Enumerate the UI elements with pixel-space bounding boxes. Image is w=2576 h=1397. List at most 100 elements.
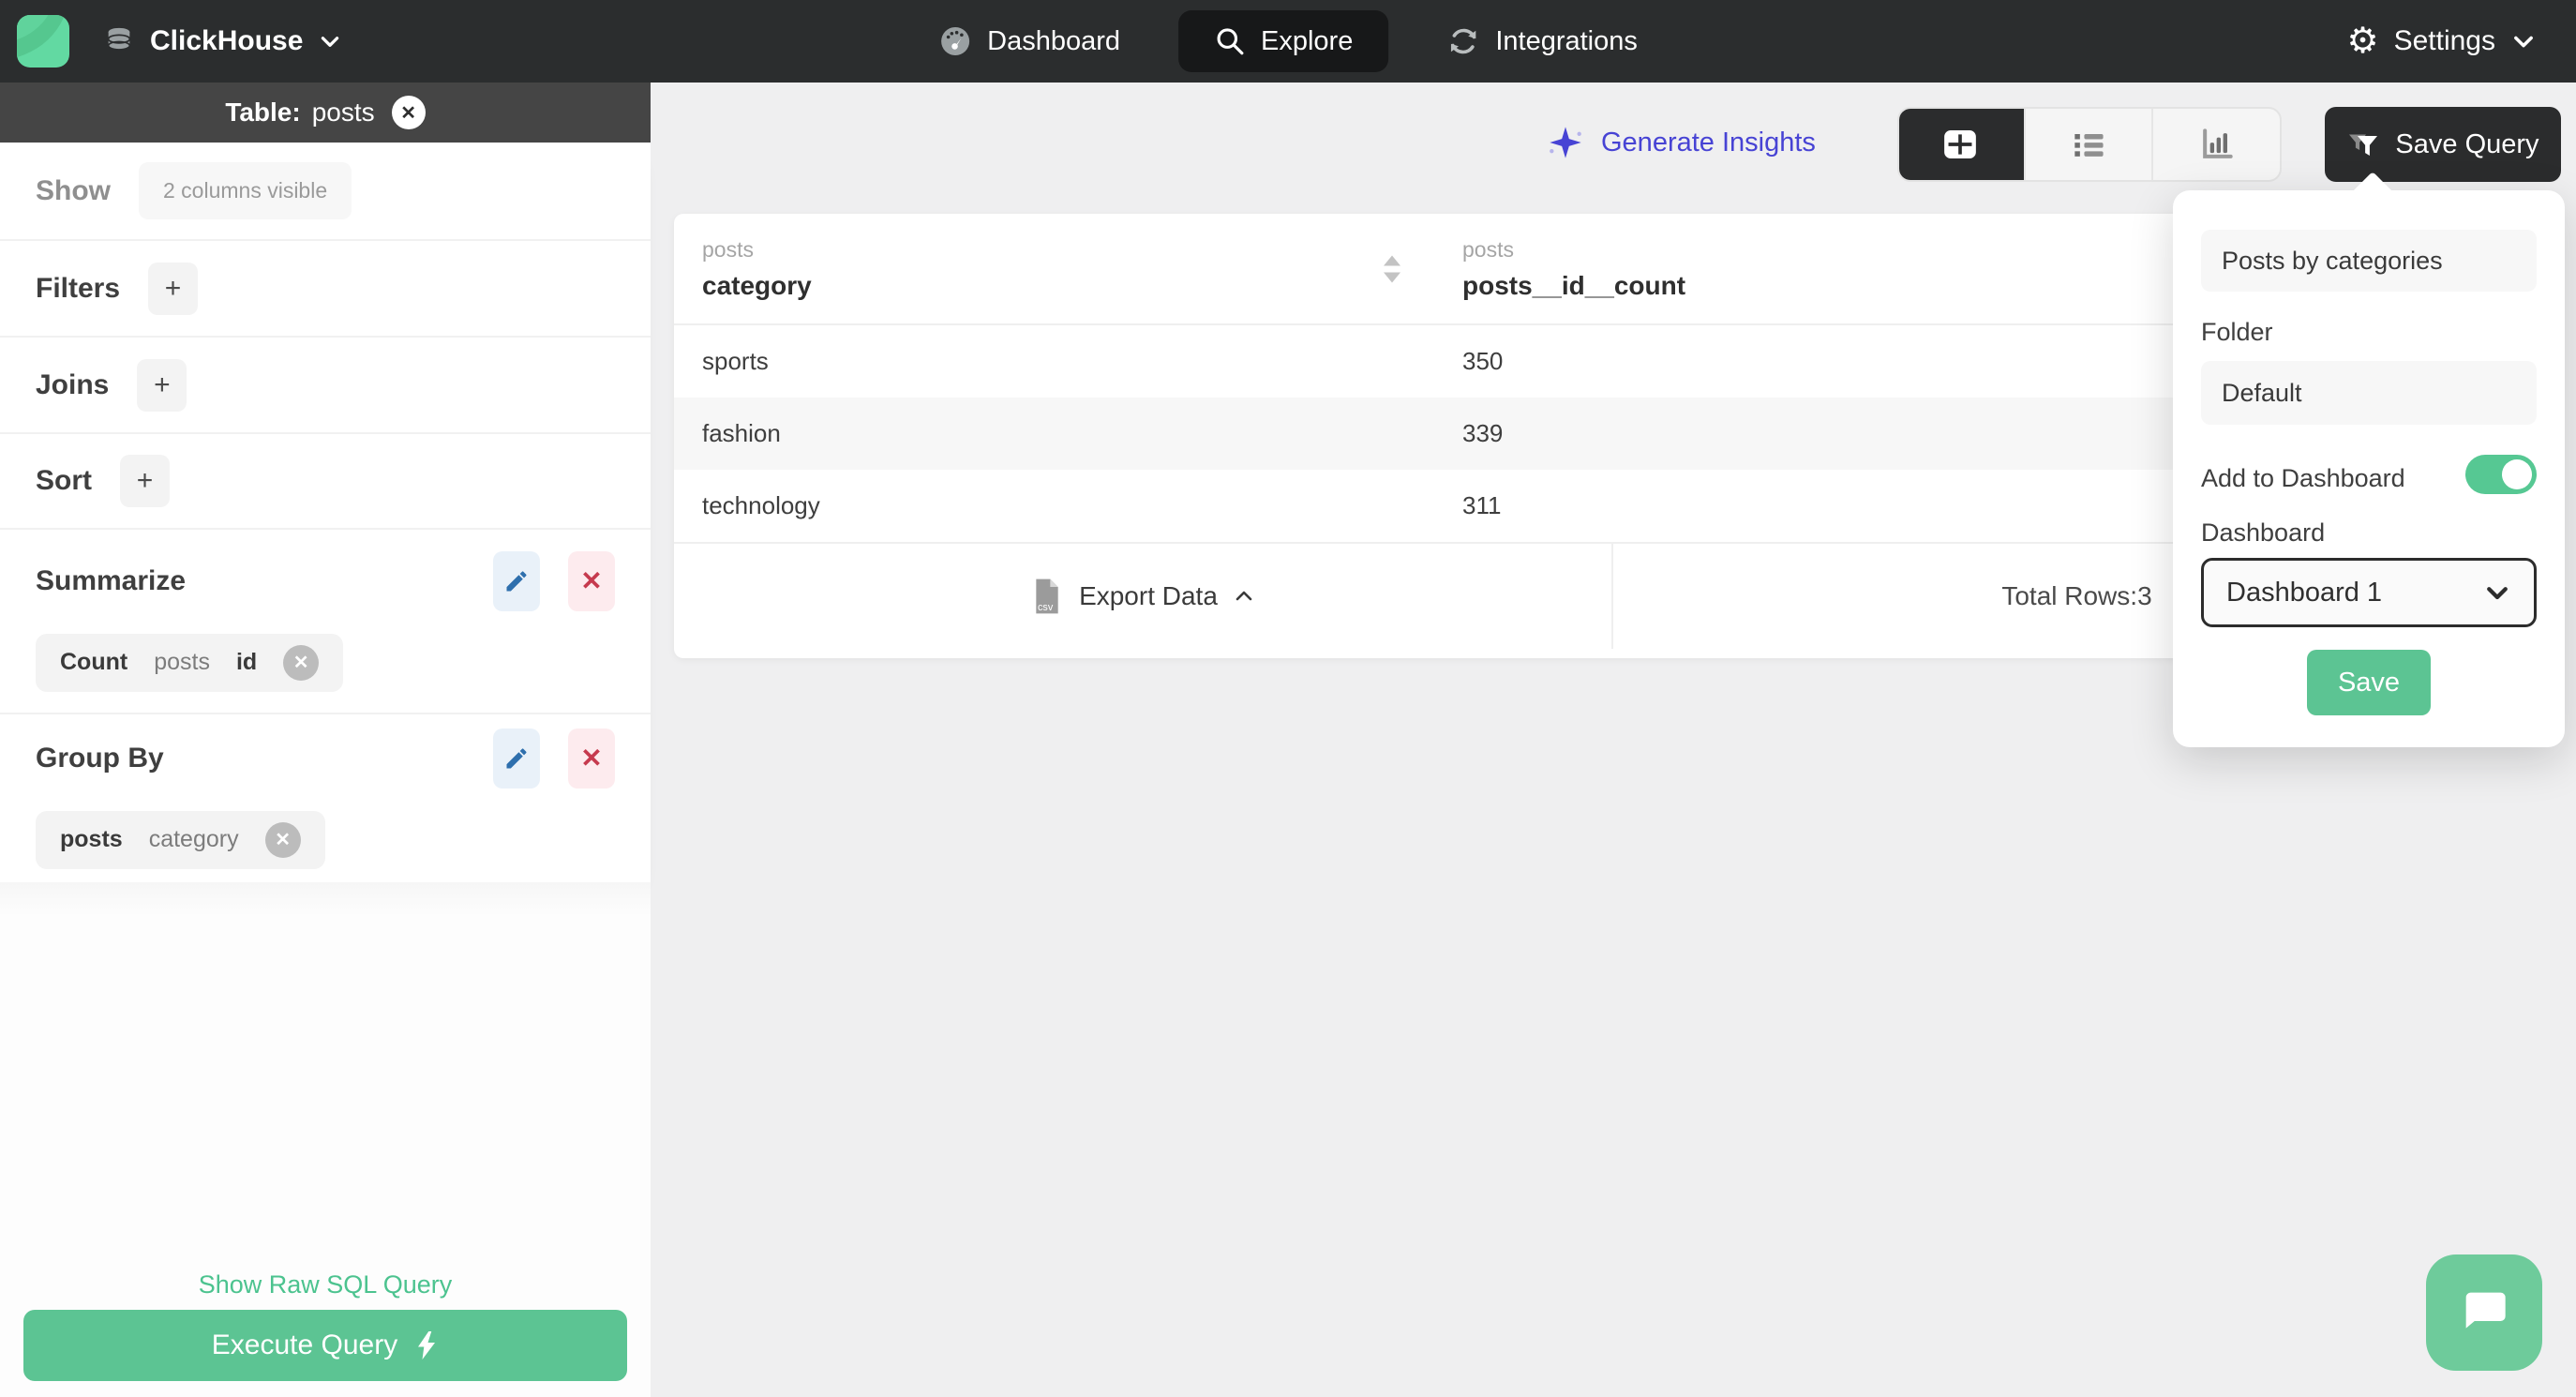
column-name: posts__id__count xyxy=(1462,270,1686,300)
chip-table: posts xyxy=(154,649,210,675)
table-name: posts xyxy=(311,98,375,127)
chevron-up-icon xyxy=(1236,591,1252,601)
sync-icon xyxy=(1451,28,1476,54)
nav-dashboard[interactable]: Dashboard xyxy=(921,10,1137,72)
generate-insights-button[interactable]: Generate Insights xyxy=(1547,124,1816,161)
query-sections: Show 2 columns visible Filters + Joins + xyxy=(0,143,651,882)
column-group: posts xyxy=(1462,236,1514,262)
chip-aggregation: Count xyxy=(60,649,128,675)
svg-text:csv: csv xyxy=(1038,602,1054,613)
table-selector[interactable]: Table: posts ✕ xyxy=(0,83,651,143)
add-sort-button[interactable]: + xyxy=(120,455,170,507)
datasource-name: ClickHouse xyxy=(150,25,304,56)
group-by-label: Group By xyxy=(36,742,164,774)
chevron-down-icon xyxy=(2487,587,2508,600)
edit-group-by-button[interactable] xyxy=(493,728,540,789)
dashboard-select[interactable]: Dashboard 1 xyxy=(2201,558,2537,627)
total-rows-label: Total Rows: xyxy=(2001,581,2138,610)
database-icon xyxy=(107,27,131,51)
column-header-count[interactable]: posts posts__id__count xyxy=(1462,237,1685,301)
search-icon xyxy=(1217,28,1244,55)
chevron-down-icon xyxy=(322,37,339,47)
bar-chart-icon xyxy=(2202,128,2233,158)
chat-widget-button[interactable] xyxy=(2426,1254,2542,1371)
cell-count: 311 xyxy=(1462,491,1502,519)
remove-table-button[interactable]: ✕ xyxy=(391,96,426,129)
save-query-button[interactable]: Save Query xyxy=(2325,107,2561,182)
filter-funnel-icon xyxy=(2349,134,2378,156)
summarize-chip[interactable]: Count posts id ✕ xyxy=(36,633,344,692)
section-show: Show 2 columns visible xyxy=(0,143,651,241)
cell-category: fashion xyxy=(702,419,781,447)
remove-summarize-button[interactable]: ✕ xyxy=(568,550,615,611)
column-name: category xyxy=(702,270,812,300)
pencil-icon xyxy=(506,570,527,591)
query-name-input[interactable] xyxy=(2201,230,2537,292)
remove-chip-icon[interactable]: ✕ xyxy=(264,821,301,858)
section-filters: Filters + xyxy=(0,241,651,338)
add-to-dashboard-label: Add to Dashboard xyxy=(2201,464,2405,492)
total-rows: Total Rows:3 xyxy=(2001,581,2151,611)
column-group: posts xyxy=(702,236,754,262)
chevron-down-icon xyxy=(2514,36,2533,48)
gauge-icon xyxy=(941,27,970,55)
chip-field: id xyxy=(235,649,258,675)
nav-label: Explore xyxy=(1261,25,1354,56)
datasource-selector[interactable]: ClickHouse xyxy=(103,25,342,57)
dashboard-label: Dashboard xyxy=(2201,518,2326,547)
remove-chip-icon[interactable]: ✕ xyxy=(283,644,320,681)
sort-label: Sort xyxy=(36,465,92,496)
toggle-knob xyxy=(2502,459,2532,489)
section-group-by: Group By ✕ posts category ✕ xyxy=(0,714,651,882)
sparkle-icon xyxy=(1550,127,1581,158)
show-label: Show xyxy=(36,174,111,206)
add-join-button[interactable]: + xyxy=(137,358,187,412)
column-header-category[interactable]: posts category xyxy=(702,237,812,301)
total-rows-value: 3 xyxy=(2137,581,2152,610)
cell-category: sports xyxy=(702,347,769,375)
cell-count: 339 xyxy=(1462,419,1504,447)
sort-toggle-icon[interactable] xyxy=(1384,255,1400,282)
view-toggle-group xyxy=(1897,107,2282,182)
folder-input[interactable] xyxy=(2201,361,2537,425)
add-to-dashboard-toggle[interactable] xyxy=(2465,455,2537,494)
table-prefix: Table: xyxy=(225,98,301,127)
edit-summarize-button[interactable] xyxy=(493,550,540,611)
chip-field: category xyxy=(148,826,239,852)
show-raw-sql-link[interactable]: Show Raw SQL Query xyxy=(0,1270,651,1299)
group-by-chip[interactable]: posts category ✕ xyxy=(36,810,325,869)
view-toggle-table[interactable] xyxy=(1899,109,2024,180)
section-sort: Sort + xyxy=(0,434,651,530)
view-toggle-chart[interactable] xyxy=(2151,109,2280,180)
folder-label: Folder xyxy=(2201,318,2273,346)
settings-label: Settings xyxy=(2393,25,2495,56)
cell-count: 350 xyxy=(1462,347,1504,375)
summarize-label: Summarize xyxy=(36,564,187,596)
cell-category: technology xyxy=(702,491,820,519)
remove-group-by-button[interactable]: ✕ xyxy=(568,728,615,789)
columns-visible-button[interactable]: 2 columns visible xyxy=(139,162,352,219)
main-nav: Dashboard Explore Integrations xyxy=(921,0,1655,83)
settings-menu[interactable]: ⚙ Settings xyxy=(2347,0,2537,83)
add-filter-button[interactable]: + xyxy=(148,262,199,315)
top-nav: ClickHouse Dashboard Explore Integration… xyxy=(0,0,2576,83)
section-summarize: Summarize ✕ Count posts id ✕ xyxy=(0,530,651,714)
nav-explore[interactable]: Explore xyxy=(1178,10,1389,72)
app-logo xyxy=(17,15,69,68)
popover-save-button[interactable]: Save xyxy=(2307,650,2431,715)
pencil-icon xyxy=(506,747,527,768)
filters-label: Filters xyxy=(36,272,121,304)
generate-insights-label: Generate Insights xyxy=(1601,127,1816,158)
nav-integrations[interactable]: Integrations xyxy=(1430,10,1655,72)
app-root: ClickHouse Dashboard Explore Integration… xyxy=(0,0,2576,1397)
export-data-button[interactable]: csv Export Data xyxy=(1030,578,1255,615)
nav-label: Integrations xyxy=(1495,25,1638,56)
gear-icon: ⚙ xyxy=(2346,22,2379,61)
save-query-label: Save Query xyxy=(2395,128,2539,159)
list-view-icon xyxy=(2074,134,2104,157)
export-data-label: Export Data xyxy=(1079,581,1218,610)
view-toggle-list[interactable] xyxy=(2023,109,2152,180)
query-builder-sidebar: Table: posts ✕ Show 2 columns visible Fi… xyxy=(0,83,651,1397)
execute-query-button[interactable]: Execute Query xyxy=(23,1310,627,1381)
nav-label: Dashboard xyxy=(987,25,1120,56)
